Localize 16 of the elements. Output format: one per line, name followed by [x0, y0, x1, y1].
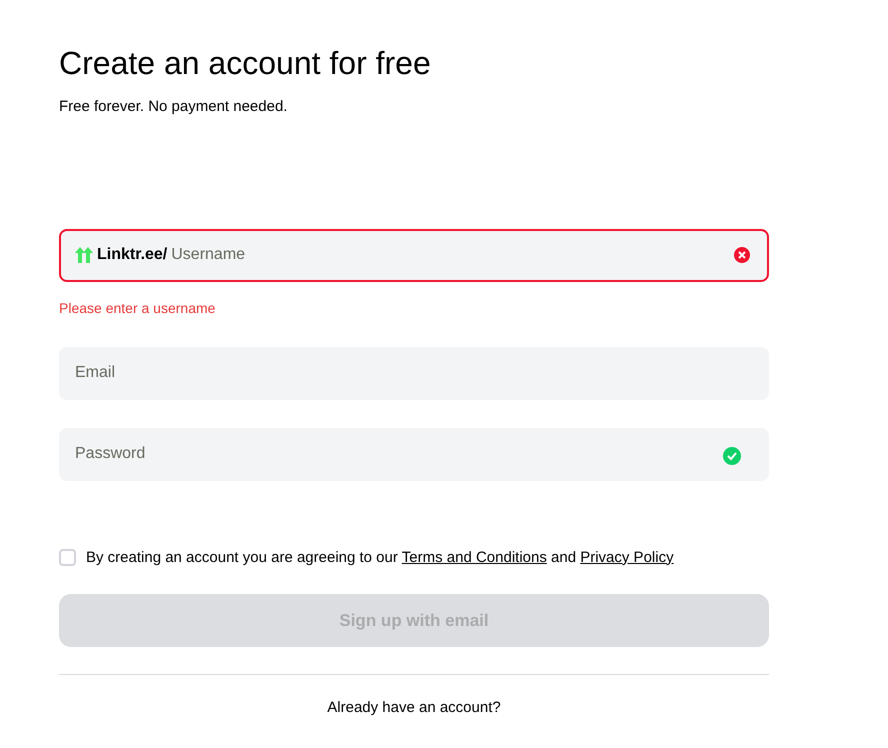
subtitle: Free forever. No payment needed. — [59, 97, 288, 117]
agree-checkbox[interactable] — [59, 549, 76, 566]
agreement-text: By creating an account you are agreeing to our Terms and Conditions and Privacy Policy — [86, 548, 674, 568]
error-message: Please enter a username — [59, 298, 216, 318]
url-prefix: Linktr.ee/ — [97, 245, 168, 265]
privacy-link[interactable]: Privacy Policy — [580, 548, 674, 566]
placeholder-text: Password — [75, 444, 146, 464]
placeholder-text: Email — [75, 363, 116, 383]
tree-logo-icon — [75, 247, 93, 263]
page-title: Create an account for free — [59, 44, 432, 83]
login-prompt: Already have an account? — [326, 698, 502, 718]
text-field[interactable]: Password — [59, 428, 769, 480]
text-field[interactable]: Email — [59, 346, 769, 400]
username-field[interactable]: Linktr.ee/ Username — [59, 228, 769, 282]
placeholder-text: Username — [171, 245, 246, 265]
terms-link[interactable]: Terms and Conditions — [402, 548, 547, 566]
